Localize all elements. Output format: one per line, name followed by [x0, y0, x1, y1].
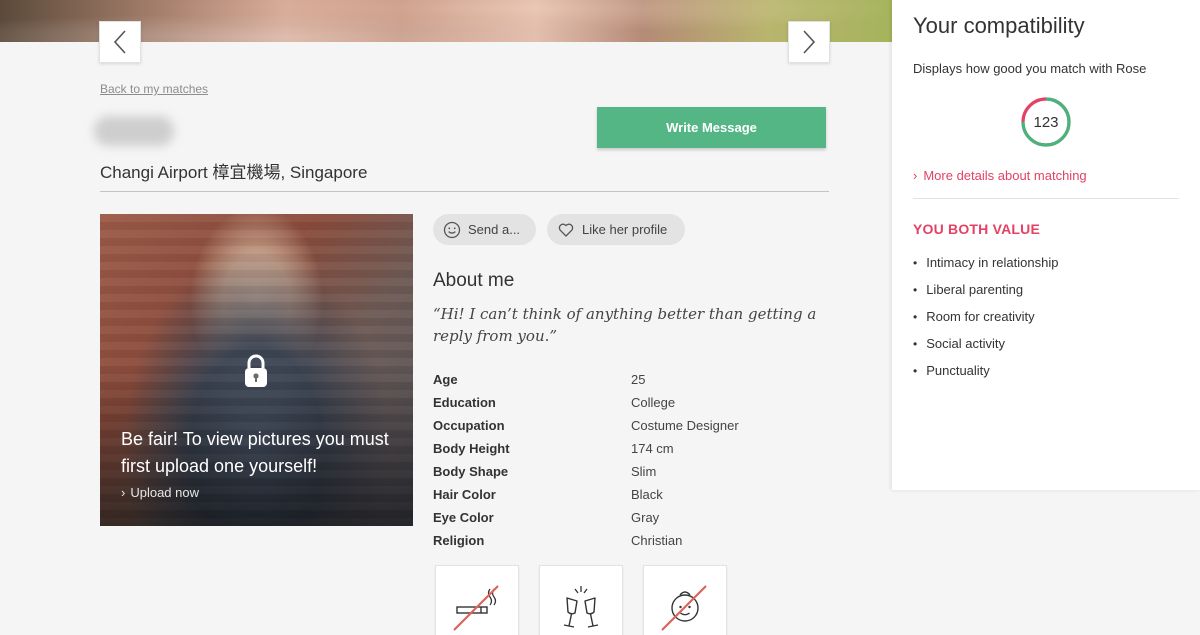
upload-now-link[interactable]: › Upload now [121, 485, 199, 500]
chevron-left-icon [113, 30, 126, 54]
detail-value: Slim [631, 464, 657, 479]
back-to-matches-link[interactable]: Back to my matches [100, 82, 208, 96]
like-label: Like her profile [582, 222, 668, 237]
champagne-icon [563, 586, 599, 628]
detail-value: College [631, 395, 676, 410]
profile-location: Changi Airport 樟宜機場, Singapore [100, 163, 368, 182]
chevron-right-icon: › [121, 485, 126, 500]
detail-value: Costume Designer [631, 418, 739, 433]
detail-label: Religion [433, 533, 485, 548]
detail-row: Education College [433, 391, 823, 414]
detail-label: Hair Color [433, 487, 496, 502]
write-message-button[interactable]: Write Message [597, 107, 826, 148]
detail-label: Age [433, 372, 458, 387]
detail-row: Body Height 174 cm [433, 437, 823, 460]
list-item: Room for creativity [913, 303, 1058, 330]
profile-details: Age 25 Education College Occupation Cost… [433, 368, 823, 552]
detail-label: Education [433, 395, 496, 410]
list-item: Punctuality [913, 357, 1058, 384]
detail-row: Occupation Costume Designer [433, 414, 823, 437]
more-details-link[interactable]: › More details about matching [913, 168, 1087, 183]
list-item: Liberal parenting [913, 276, 1058, 303]
list-item: Intimacy in relationship [913, 249, 1058, 276]
lifestyle-non-smoker [435, 565, 519, 635]
compatibility-score: 123 [1033, 113, 1059, 131]
compatibility-subtitle: Displays how good you match with Rose [913, 61, 1147, 76]
lifestyle-drinks-socially [539, 565, 623, 635]
profile-name-blurred [94, 116, 174, 146]
next-profile-button[interactable] [788, 21, 830, 63]
detail-value: 25 [631, 372, 646, 387]
chevron-right-icon [803, 30, 816, 54]
detail-label: Eye Color [433, 510, 494, 525]
shared-values-list: Intimacy in relationship Liberal parenti… [913, 249, 1058, 384]
like-profile-button[interactable]: Like her profile [547, 214, 685, 245]
compatibility-panel: Your compatibility Displays how good you… [892, 0, 1200, 490]
shared-values-heading: YOU BOTH VALUE [913, 221, 1040, 237]
detail-value: 174 cm [631, 441, 674, 456]
chevron-right-icon: › [913, 168, 918, 183]
divider [913, 198, 1179, 199]
previous-profile-button[interactable] [99, 21, 141, 63]
no-smoking-icon [453, 585, 499, 631]
detail-row: Hair Color Black [433, 483, 823, 506]
upload-now-label: Upload now [130, 485, 199, 500]
heart-icon [558, 223, 574, 237]
detail-row: Religion Christian [433, 529, 823, 552]
locked-profile-photo[interactable]: Be fair! To view pictures you must first… [100, 214, 413, 526]
smiley-icon [443, 221, 461, 238]
detail-label: Body Height [433, 441, 510, 456]
about-me-heading: About me [433, 270, 515, 291]
detail-label: Body Shape [433, 464, 509, 479]
photo-locked-message: Be fair! To view pictures you must first… [121, 429, 389, 476]
detail-value: Gray [631, 510, 660, 525]
detail-value: Christian [631, 533, 683, 548]
detail-row: Body Shape Slim [433, 460, 823, 483]
list-item: Social activity [913, 330, 1058, 357]
detail-value: Black [631, 487, 663, 502]
send-smiley-button[interactable]: Send a... [433, 214, 536, 245]
profile-quote: “Hi! I can’t think of anything better th… [433, 305, 817, 345]
detail-label: Occupation [433, 418, 505, 433]
compatibility-title: Your compatibility [913, 13, 1085, 38]
lock-icon [245, 354, 267, 387]
divider [100, 191, 829, 192]
no-children-icon [661, 585, 707, 631]
detail-row: Age 25 [433, 368, 823, 391]
lifestyle-no-children [643, 565, 727, 635]
more-details-label: More details about matching [923, 168, 1087, 183]
detail-row: Eye Color Gray [433, 506, 823, 529]
send-label: Send a... [468, 222, 521, 237]
